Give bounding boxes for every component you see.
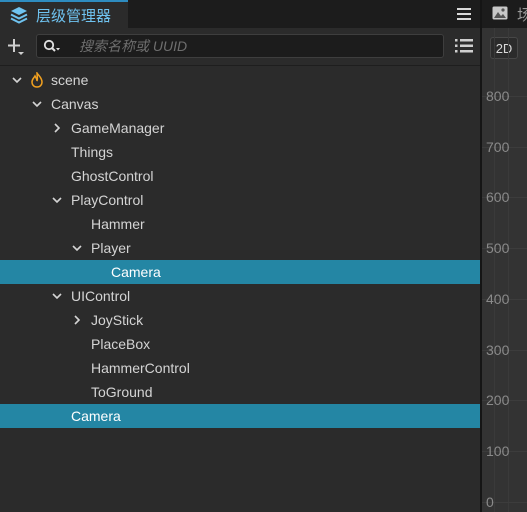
ruler-label: 400	[486, 290, 510, 307]
tree-node-label: GameManager	[71, 120, 165, 136]
tree-node-label: Player	[91, 240, 131, 256]
tree-node-label: GhostControl	[71, 168, 154, 184]
tree-node[interactable]: GameManager	[0, 116, 480, 140]
ruler-label: 800	[486, 88, 510, 104]
list-view-icon[interactable]	[455, 39, 473, 53]
tree-node-label: JoyStick	[91, 312, 144, 328]
scene-titlebar: 场	[482, 0, 527, 28]
tree-node-label: ToGround	[91, 384, 153, 400]
tree-node[interactable]: Canvas	[0, 92, 480, 116]
ruler-label: 0	[486, 493, 494, 510]
tree-node[interactable]: PlayControl	[0, 188, 480, 212]
tree-node-label: PlayControl	[71, 192, 144, 208]
tree-node[interactable]: Camera	[0, 260, 480, 284]
ruler-label: 500	[486, 240, 510, 257]
hamburger-menu-icon[interactable]	[456, 6, 472, 22]
ruler-label: 700	[486, 138, 510, 155]
search-input[interactable]	[79, 36, 439, 56]
ruler-label: 100	[486, 442, 510, 459]
panel-title: 层级管理器	[36, 8, 112, 25]
tree-node[interactable]: Hammer	[0, 212, 480, 236]
scene-panel: 场 2D 800 700 600 500 400 300 200 100 0	[482, 0, 527, 512]
tree-node[interactable]: Player	[0, 236, 480, 260]
scene-viewport[interactable]: 2D 800 700 600 500 400 300 200 100 0	[482, 28, 527, 512]
tree-node[interactable]: ToGround	[0, 380, 480, 404]
tree-node-label: Hammer	[91, 216, 145, 232]
add-node-icon[interactable]	[7, 38, 25, 56]
tree-node[interactable]: Things	[0, 140, 480, 164]
tree-node-label: Camera	[71, 408, 121, 424]
hierarchy-toolbar	[0, 28, 480, 66]
layers-icon	[10, 7, 28, 24]
chevron-down-icon[interactable]	[32, 99, 42, 109]
ruler-label: 600	[486, 189, 510, 206]
tree-node-label: Canvas	[51, 96, 99, 112]
tab-scene[interactable]: 场	[517, 4, 527, 25]
ruler-label: 200	[486, 392, 510, 409]
tree-node[interactable]: PlaceBox	[0, 332, 480, 356]
tree-node-label: scene	[51, 72, 89, 88]
tree-node-label: HammerControl	[91, 360, 190, 376]
tree-node-label: UIControl	[71, 288, 131, 304]
search-box	[36, 34, 444, 58]
tab-hierarchy[interactable]: 层级管理器	[0, 0, 128, 28]
tree-node[interactable]: GhostControl	[0, 164, 480, 188]
chevron-down-icon[interactable]	[52, 291, 62, 301]
ruler-label: 300	[486, 341, 510, 358]
tree-node[interactable]: HammerControl	[0, 356, 480, 380]
chevron-right-icon[interactable]	[72, 315, 82, 325]
panel-titlebar: 层级管理器	[0, 0, 480, 28]
tree-node-label: PlaceBox	[91, 336, 151, 352]
scene-flame-icon	[31, 72, 43, 88]
tree-node[interactable]: UIControl	[0, 284, 480, 308]
tree-node[interactable]: scene	[0, 68, 480, 92]
chevron-down-icon[interactable]	[52, 195, 62, 205]
hierarchy-panel: 层级管理器 sceneCanvasGameManagerThi	[0, 0, 480, 512]
search-icon[interactable]	[43, 39, 61, 55]
chevron-down-icon[interactable]	[72, 243, 82, 253]
tree-node-label: Camera	[111, 264, 161, 280]
node-tree: scene Canvas GameManager Things GhostControl…	[0, 68, 480, 428]
chevron-down-icon[interactable]	[12, 75, 22, 85]
tree-node[interactable]: JoyStick	[0, 308, 480, 332]
chevron-right-icon[interactable]	[52, 123, 62, 133]
tree-node-label: Things	[71, 144, 114, 160]
scene-image-icon	[492, 6, 508, 20]
tree-node[interactable]: Camera	[0, 404, 480, 428]
